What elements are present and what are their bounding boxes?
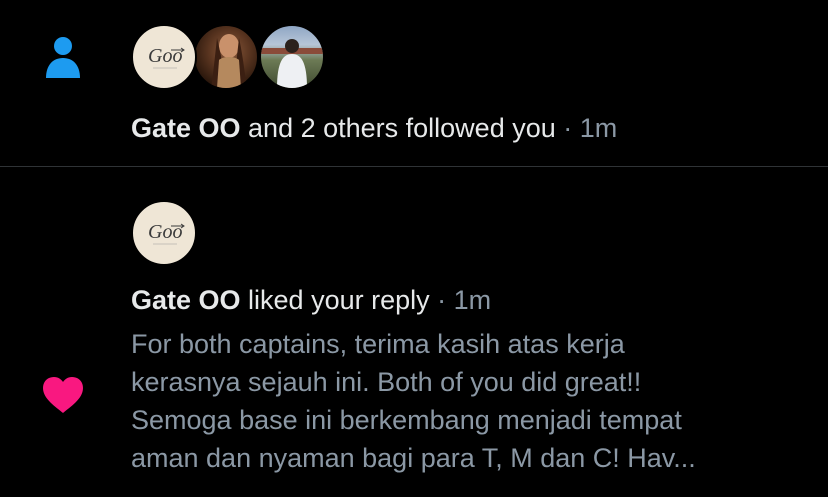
man-photo-icon	[261, 39, 323, 88]
avatar-gate-oo[interactable]: Goo	[131, 24, 197, 90]
follow-notification-text: Gate OO and 2 others followed you · 1m	[131, 111, 617, 145]
person-icon	[46, 37, 80, 78]
woman-photo-icon	[211, 34, 247, 88]
svg-text:Goo: Goo	[148, 45, 182, 67]
svg-text:Goo: Goo	[148, 221, 182, 243]
follow-notification[interactable]: Goo Gate OO and 2 others followed you · …	[0, 0, 828, 166]
gate-oo-logo-icon: Goo	[148, 221, 185, 245]
liked-reply-preview[interactable]: For both captains, terima kasih atas ker…	[131, 325, 811, 477]
user-name[interactable]: Gate OO	[131, 285, 241, 315]
gate-oo-logo-icon: Goo	[148, 45, 185, 69]
notification-action: and 2 others followed you	[240, 113, 556, 143]
like-notification-text: Gate OO liked your reply · 1m	[131, 283, 491, 317]
avatar-gate-oo[interactable]: Goo	[131, 200, 197, 266]
timestamp: · 1m	[429, 285, 492, 315]
avatar-woman[interactable]	[193, 24, 259, 90]
avatar-man[interactable]	[259, 24, 325, 90]
heart-icon	[43, 377, 83, 413]
timestamp: · 1m	[555, 113, 618, 143]
like-notification[interactable]: Goo Gate OO liked your reply · 1m For bo…	[0, 167, 828, 497]
user-name[interactable]: Gate OO	[131, 113, 241, 143]
notification-action: liked your reply	[240, 285, 430, 315]
notifications-screen: Goo Gate OO and 2 others followed you · …	[0, 0, 828, 497]
